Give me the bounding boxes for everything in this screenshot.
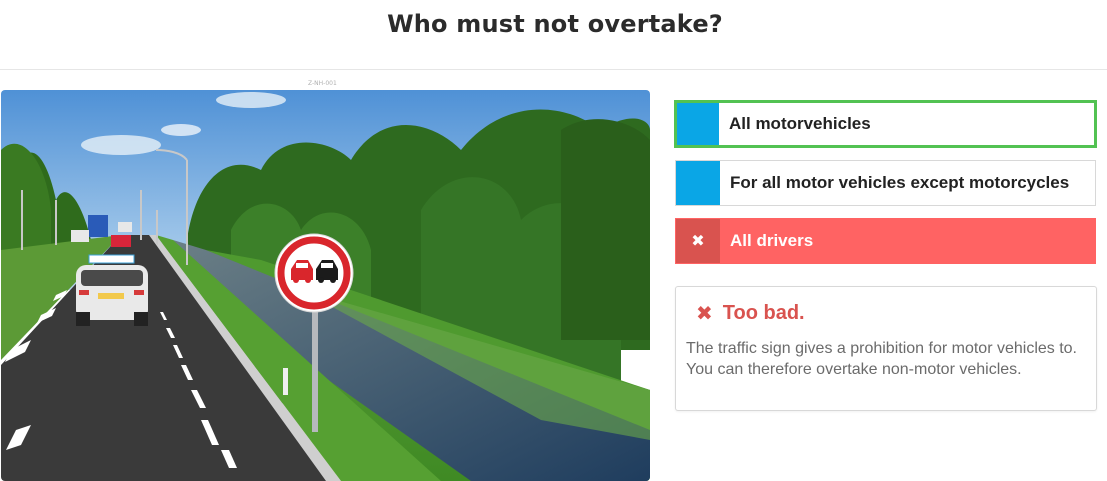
answer-option-3[interactable]: ✖ All drivers	[675, 218, 1096, 264]
answer-list: All motorvehicles For all motor vehicles…	[674, 100, 1097, 276]
feedback-header: ✖ Too bad.	[696, 301, 805, 326]
page-title: Who must not overtake?	[387, 10, 723, 38]
feedback-title: Too bad.	[722, 302, 805, 324]
image-code: Z-NH-001	[308, 80, 337, 87]
close-icon: ✖	[676, 219, 720, 263]
answer-label: All motorvehicles	[729, 114, 871, 133]
feedback-text: The traffic sign gives a prohibition for…	[686, 340, 1077, 378]
answer-label: For all motor vehicles except motorcycle…	[730, 173, 1070, 192]
feedback-panel: ✖ Too bad. The traffic sign gives a proh…	[675, 286, 1097, 411]
answer-option-1[interactable]: All motorvehicles	[674, 100, 1097, 148]
answer-marker	[677, 103, 719, 145]
close-icon: ✖	[696, 303, 713, 325]
question-image	[1, 90, 650, 481]
page-header: Who must not overtake?	[0, 0, 1107, 70]
answer-marker	[676, 161, 720, 205]
answer-option-2[interactable]: For all motor vehicles except motorcycle…	[675, 160, 1096, 206]
answer-label: All drivers	[730, 231, 814, 250]
